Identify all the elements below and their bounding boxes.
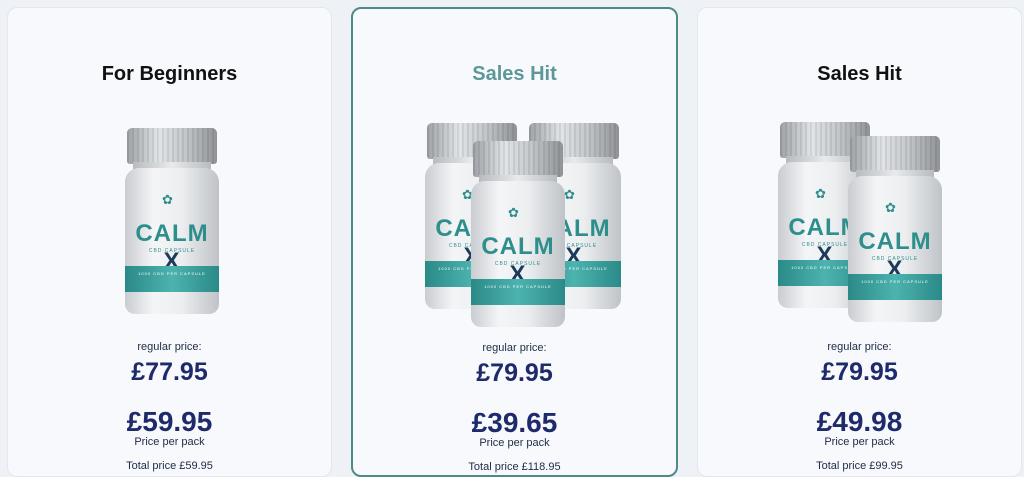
bottle-image: ✿ CALM X CBD CAPSULE 1000 CBD PER CAPSUL… xyxy=(848,136,944,322)
regular-price-label: regular price: xyxy=(827,341,892,353)
total-price: Total price £59.95 xyxy=(126,460,213,472)
per-pack-label: Price per pack xyxy=(479,437,550,449)
total-price: Total price £118.95 xyxy=(468,461,561,473)
offer-title: For Beginners xyxy=(101,63,238,85)
old-price: £77.95 xyxy=(131,358,208,386)
sale-price: £59.95 xyxy=(126,406,213,437)
offer-card-beginners[interactable]: For Beginners ✿ CALM X CBD CAPSULE 1000 … xyxy=(7,7,332,477)
product-image: ✿ CALM X CBD CAPSULE 1000 CBD PER CAPSUL… xyxy=(353,109,676,339)
product-image: ✿ CALM X CBD CAPSULE 1000 CBD PER CAPSUL… xyxy=(698,108,1021,338)
offer-title: Sales Hit xyxy=(817,63,902,85)
per-pack-label: Price per pack xyxy=(134,436,205,448)
bottle-image: ✿ CALM X CBD CAPSULE 1000 CBD PER CAPSUL… xyxy=(471,141,567,327)
sale-price: £49.98 xyxy=(816,406,903,437)
per-pack-label: Price per pack xyxy=(824,436,895,448)
old-price: £79.95 xyxy=(821,358,898,386)
product-image: ✿ CALM X CBD CAPSULE 1000 CBD PER CAPSUL… xyxy=(8,108,331,338)
old-price: £79.95 xyxy=(476,359,553,387)
cannabis-leaf-icon: ✿ xyxy=(162,192,173,207)
sale-price: £39.65 xyxy=(471,407,558,438)
bottle-image: ✿ CALM X CBD CAPSULE 1000 CBD PER CAPSUL… xyxy=(125,128,221,314)
regular-price-label: regular price: xyxy=(137,341,202,353)
offer-card-sales-hit-2[interactable]: Sales Hit ✿ CALM X CBD CAPSULE 1000 CBD … xyxy=(697,7,1022,477)
offer-title: Sales Hit xyxy=(472,63,557,85)
offer-card-sales-hit-3[interactable]: Sales Hit ✿ CALM X CBD CAPSULE 1000 CBD … xyxy=(351,7,678,477)
regular-price-label: regular price: xyxy=(482,342,547,354)
total-price: Total price £99.95 xyxy=(816,460,903,472)
